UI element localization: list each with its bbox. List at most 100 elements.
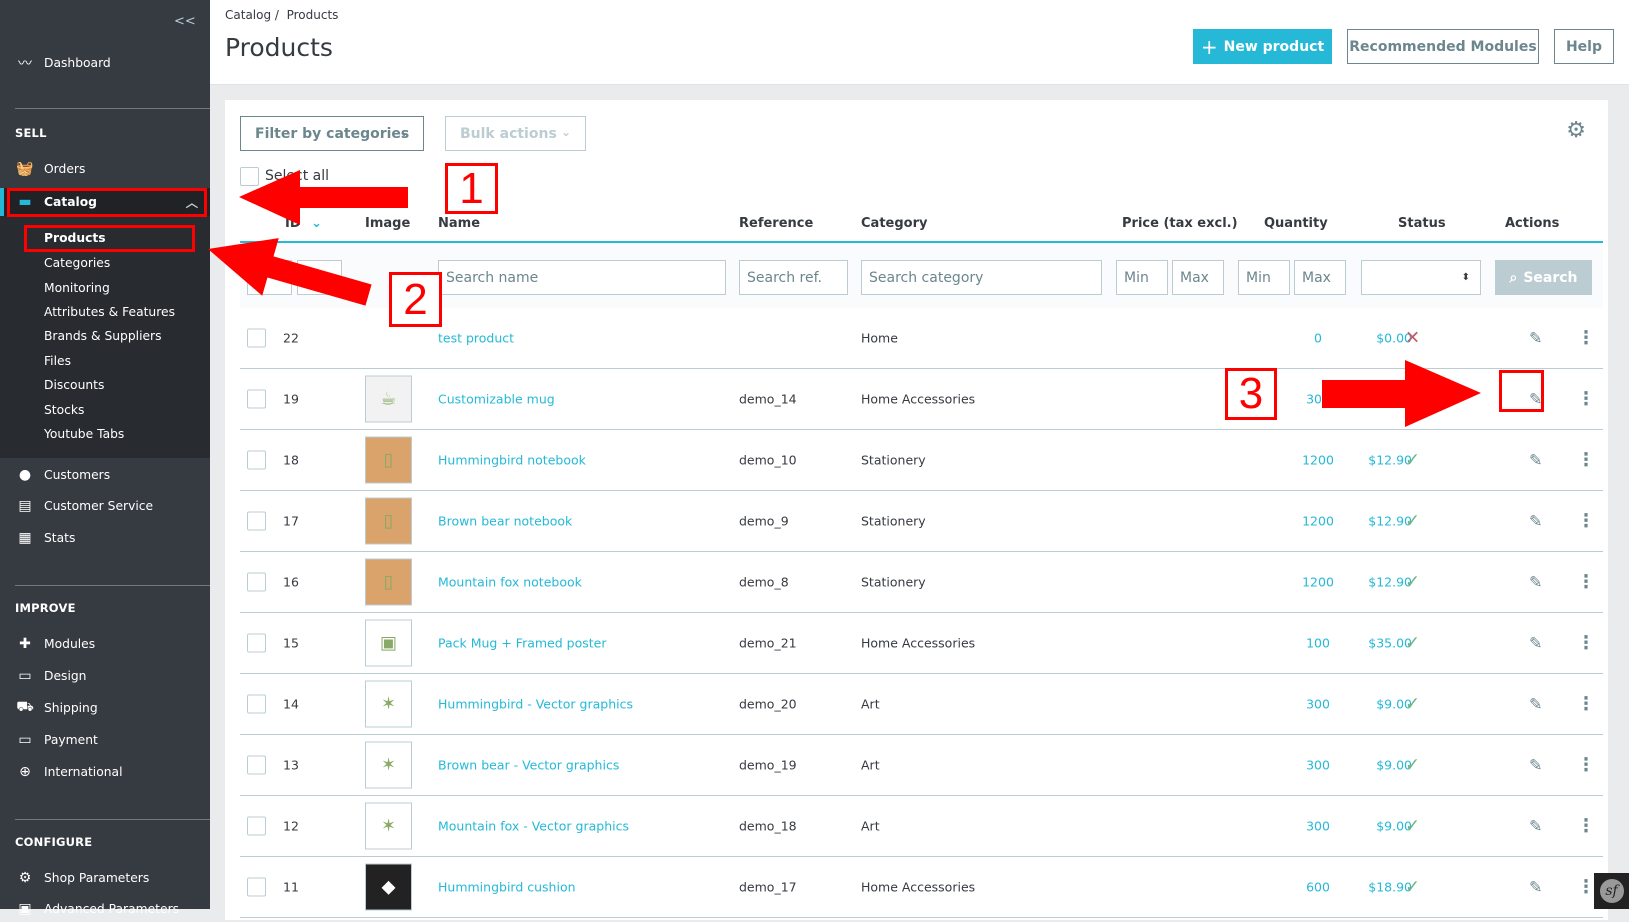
product-quantity[interactable]: 1200 <box>1278 514 1358 529</box>
row-checkbox[interactable] <box>247 572 266 592</box>
symfony-toolbar-button[interactable]: sf <box>1594 873 1629 909</box>
product-quantity[interactable]: 300 <box>1278 758 1358 773</box>
product-name-link[interactable]: Pack Mug + Framed poster <box>438 636 606 651</box>
submenu-monitoring[interactable]: Monitoring <box>44 281 110 295</box>
more-actions-icon[interactable]: ⋮ <box>1577 694 1595 715</box>
sidebar-item-advanced-parameters[interactable]: ▣ Advanced Parameters <box>0 896 210 922</box>
product-name-link[interactable]: Brown bear notebook <box>438 514 572 529</box>
row-checkbox[interactable] <box>247 755 266 775</box>
quantity-min-input[interactable]: Min <box>1238 260 1290 295</box>
edit-pencil-icon[interactable]: ✎ <box>1529 573 1542 592</box>
sidebar-item-catalog[interactable]: ▬ Catalog ︿ <box>0 188 210 216</box>
id-max-input[interactable] <box>297 260 342 295</box>
edit-pencil-icon[interactable]: ✎ <box>1529 451 1542 470</box>
product-quantity[interactable]: 600 <box>1278 880 1358 895</box>
status-disabled-x-icon[interactable]: ✕ <box>1405 328 1420 349</box>
price-max-input[interactable]: Max <box>1172 260 1224 295</box>
submenu-brands[interactable]: Brands & Suppliers <box>44 329 162 343</box>
product-quantity[interactable]: 300 <box>1278 392 1358 407</box>
sidebar-item-customers[interactable]: ● Customers <box>0 462 210 488</box>
product-name-link[interactable]: Hummingbird notebook <box>438 453 586 468</box>
status-enabled-check-icon[interactable]: ✓ <box>1405 816 1420 837</box>
edit-pencil-icon[interactable]: ✎ <box>1529 390 1542 409</box>
edit-pencil-icon[interactable]: ✎ <box>1529 756 1542 775</box>
row-checkbox[interactable] <box>247 633 266 653</box>
more-actions-icon[interactable]: ⋮ <box>1577 450 1595 471</box>
status-enabled-check-icon[interactable]: ✓ <box>1405 389 1420 410</box>
edit-pencil-icon[interactable]: ✎ <box>1529 695 1542 714</box>
submenu-attributes[interactable]: Attributes & Features <box>44 305 175 319</box>
more-actions-icon[interactable]: ⋮ <box>1577 511 1595 532</box>
status-enabled-check-icon[interactable]: ✓ <box>1405 877 1420 898</box>
submenu-products[interactable]: Products <box>44 231 106 245</box>
product-name-link[interactable]: Brown bear - Vector graphics <box>438 758 619 773</box>
row-checkbox[interactable] <box>247 450 266 470</box>
more-actions-icon[interactable]: ⋮ <box>1577 389 1595 410</box>
row-checkbox[interactable] <box>247 694 266 714</box>
edit-pencil-icon[interactable]: ✎ <box>1529 512 1542 531</box>
column-id[interactable]: ID ⌄ <box>285 216 322 231</box>
column-status[interactable]: Status <box>1398 216 1446 231</box>
sort-desc-icon[interactable]: ⌄ <box>311 216 322 231</box>
more-actions-icon[interactable]: ⋮ <box>1577 572 1595 593</box>
search-reference-input[interactable]: Search ref. <box>739 260 848 295</box>
new-product-button[interactable]: + New product <box>1193 29 1332 64</box>
quantity-max-input[interactable]: Max <box>1294 260 1346 295</box>
more-actions-icon[interactable]: ⋮ <box>1577 633 1595 654</box>
edit-pencil-icon[interactable]: ✎ <box>1529 817 1542 836</box>
search-name-input[interactable]: Search name <box>438 260 726 295</box>
select-all-checkbox[interactable] <box>240 167 259 186</box>
status-enabled-check-icon[interactable]: ✓ <box>1405 694 1420 715</box>
status-enabled-check-icon[interactable]: ✓ <box>1405 450 1420 471</box>
bulk-actions-dropdown[interactable]: Bulk actions ⌄ <box>445 116 586 151</box>
product-name-link[interactable]: Hummingbird - Vector graphics <box>438 697 633 712</box>
sidebar-item-design[interactable]: ▭ Design <box>0 663 210 689</box>
product-quantity[interactable]: 300 <box>1278 697 1358 712</box>
filter-by-categories-dropdown[interactable]: Filter by categories ⌄ <box>240 116 424 151</box>
sidebar-item-shipping[interactable]: ⛟ Shipping <box>0 695 210 721</box>
search-button[interactable]: ⌕ Search <box>1495 260 1592 295</box>
submenu-stocks[interactable]: Stocks <box>44 403 84 417</box>
sidebar-item-modules[interactable]: ✚ Modules <box>0 631 210 657</box>
submenu-files[interactable]: Files <box>44 354 71 368</box>
sidebar-item-dashboard[interactable]: 〰 Dashboard <box>0 50 210 76</box>
more-actions-icon[interactable]: ⋮ <box>1577 877 1595 898</box>
row-checkbox[interactable] <box>247 328 266 348</box>
product-name-link[interactable]: Customizable mug <box>438 392 555 407</box>
product-name-link[interactable]: Mountain fox notebook <box>438 575 582 590</box>
edit-pencil-icon[interactable]: ✎ <box>1529 634 1542 653</box>
column-reference[interactable]: Reference <box>739 216 813 231</box>
product-quantity[interactable]: 0 <box>1278 331 1358 346</box>
status-select[interactable]: ⬍ <box>1361 260 1481 295</box>
more-actions-icon[interactable]: ⋮ <box>1577 328 1595 349</box>
sidebar-item-customer-service[interactable]: ▤ Customer Service <box>0 493 210 519</box>
row-checkbox[interactable] <box>247 877 266 897</box>
sidebar-item-international[interactable]: ⊕ International <box>0 759 210 785</box>
submenu-youtube-tabs[interactable]: Youtube Tabs <box>44 427 124 441</box>
sidebar-item-stats[interactable]: ▦ Stats <box>0 525 210 551</box>
sidebar-item-payment[interactable]: ▭ Payment <box>0 727 210 753</box>
submenu-categories[interactable]: Categories <box>44 256 110 270</box>
help-button[interactable]: Help <box>1554 29 1614 64</box>
collapse-sidebar-button[interactable]: << <box>174 14 196 29</box>
status-enabled-check-icon[interactable]: ✓ <box>1405 511 1420 532</box>
id-min-input[interactable] <box>247 260 292 295</box>
column-category[interactable]: Category <box>861 216 927 231</box>
product-quantity[interactable]: 300 <box>1278 819 1358 834</box>
column-quantity[interactable]: Quantity <box>1264 216 1328 231</box>
sidebar-item-shop-parameters[interactable]: ⚙ Shop Parameters <box>0 865 210 891</box>
submenu-discounts[interactable]: Discounts <box>44 378 104 392</box>
status-enabled-check-icon[interactable]: ✓ <box>1405 633 1420 654</box>
search-category-input[interactable]: Search category <box>861 260 1102 295</box>
product-quantity[interactable]: 100 <box>1278 636 1358 651</box>
row-checkbox[interactable] <box>247 511 266 531</box>
column-name[interactable]: Name <box>438 216 480 231</box>
edit-pencil-icon[interactable]: ✎ <box>1529 878 1542 897</box>
product-name-link[interactable]: Hummingbird cushion <box>438 880 576 895</box>
product-name-link[interactable]: test product <box>438 331 514 346</box>
product-quantity[interactable]: 1200 <box>1278 453 1358 468</box>
status-enabled-check-icon[interactable]: ✓ <box>1405 572 1420 593</box>
price-min-input[interactable]: Min <box>1116 260 1168 295</box>
sidebar-item-orders[interactable]: 🧺 Orders <box>0 156 210 182</box>
breadcrumb-catalog[interactable]: Catalog <box>225 8 271 22</box>
